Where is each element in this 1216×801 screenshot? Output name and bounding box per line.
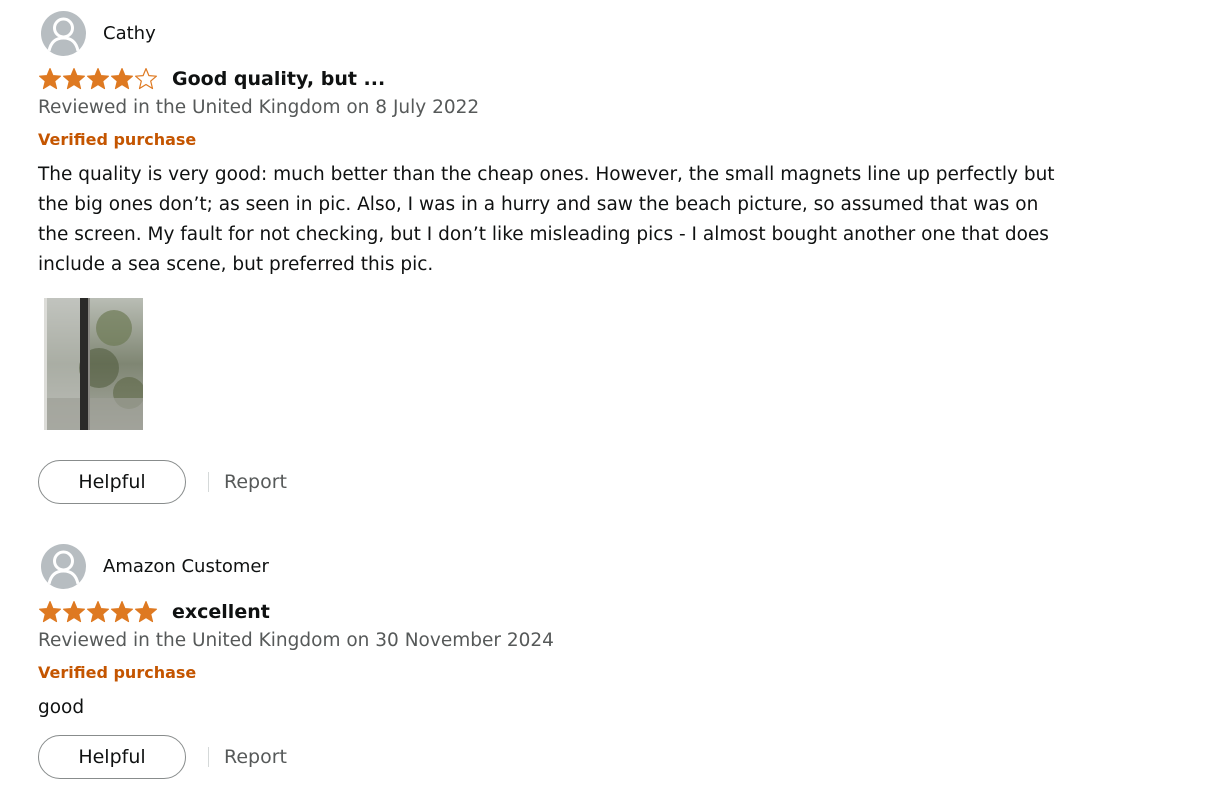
- star-filled-icon: [111, 68, 133, 90]
- review-image[interactable]: [44, 298, 143, 430]
- report-link[interactable]: Report: [224, 746, 287, 768]
- star-filled-icon: [63, 68, 85, 90]
- helpful-button[interactable]: Helpful: [38, 460, 186, 504]
- avatar-icon: [41, 10, 86, 56]
- star-filled-icon: [63, 601, 85, 623]
- helpful-button[interactable]: Helpful: [38, 735, 186, 779]
- review-date: Reviewed in the United Kingdom on 30 Nov…: [38, 630, 554, 651]
- avatar-icon: [41, 543, 86, 589]
- rating-row: excellent: [38, 599, 270, 625]
- verified-purchase-badge: Verified purchase: [38, 130, 197, 149]
- star-filled-icon: [111, 601, 133, 623]
- verified-purchase-badge: Verified purchase: [38, 663, 197, 682]
- review-actions: Helpful Report: [38, 733, 287, 781]
- review-title[interactable]: excellent: [172, 601, 270, 623]
- review-body: good: [38, 697, 85, 718]
- reviewer-name[interactable]: Cathy: [103, 23, 156, 44]
- rating-row: Good quality, but ...: [38, 66, 385, 92]
- star-rating[interactable]: [38, 600, 158, 624]
- reviewer-profile[interactable]: Cathy: [41, 10, 156, 56]
- divider: [208, 472, 209, 492]
- star-filled-icon: [87, 601, 109, 623]
- star-rating[interactable]: [38, 67, 158, 91]
- review-title[interactable]: Good quality, but ...: [172, 68, 385, 90]
- report-link[interactable]: Report: [224, 471, 287, 493]
- reviewer-profile[interactable]: Amazon Customer: [41, 543, 269, 589]
- star-filled-icon: [39, 601, 61, 623]
- reviewer-name[interactable]: Amazon Customer: [103, 556, 269, 577]
- star-filled-icon: [39, 68, 61, 90]
- review-actions: Helpful Report: [38, 458, 287, 506]
- star-filled-icon: [87, 68, 109, 90]
- review-date: Reviewed in the United Kingdom on 8 July…: [38, 97, 480, 118]
- star-empty-icon: [135, 68, 157, 90]
- divider: [208, 747, 209, 767]
- review-body: The quality is very good: much better th…: [38, 164, 1055, 275]
- star-filled-icon: [135, 601, 157, 623]
